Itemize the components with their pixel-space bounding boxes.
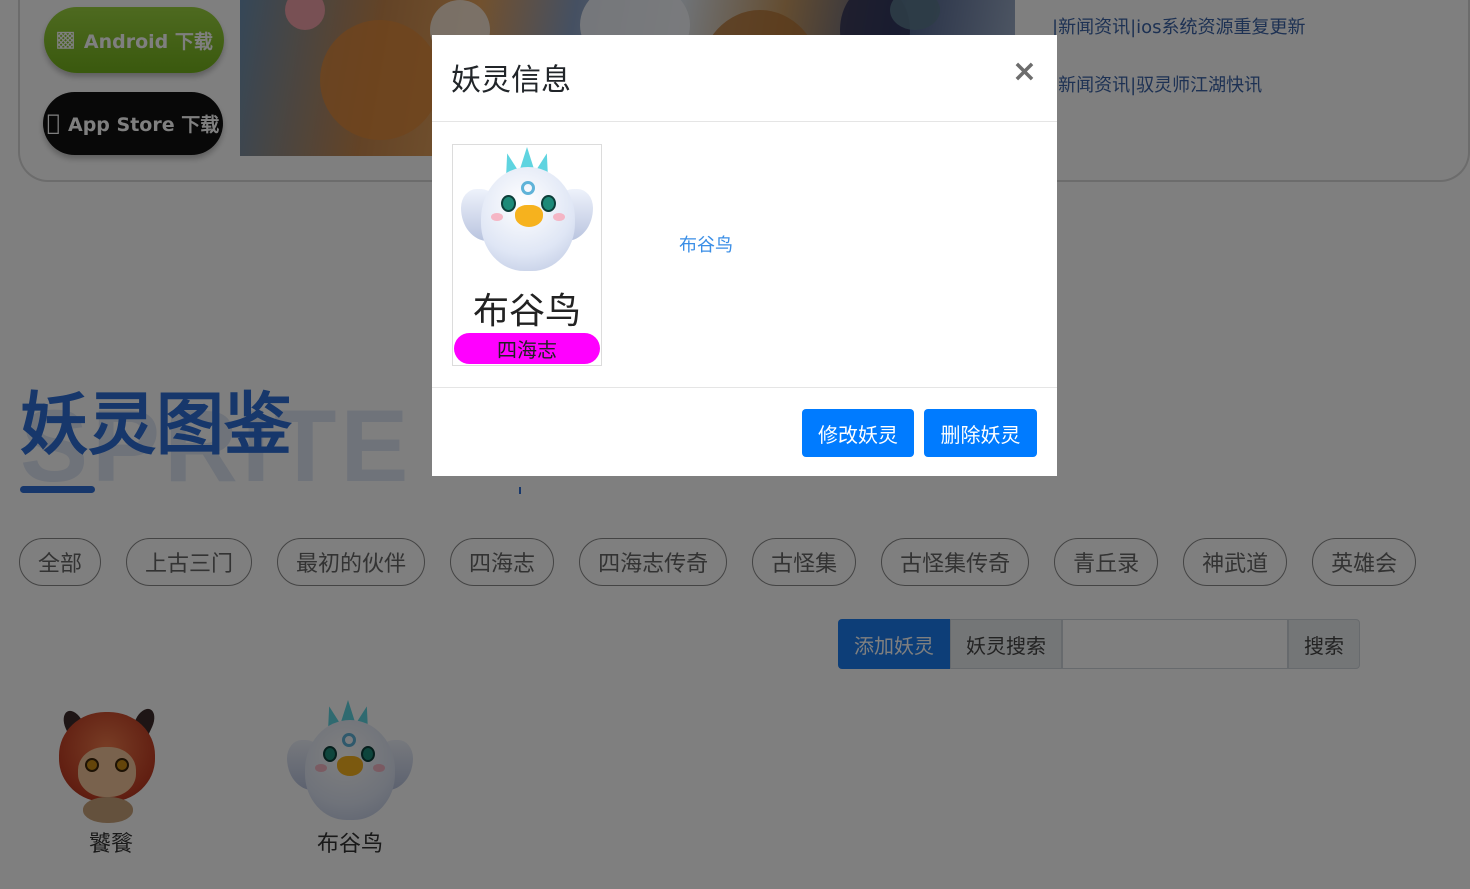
monster-info-modal: 妖灵信息 × 布谷鸟 四海志 布谷鸟 修改妖灵 删除妖灵 — [432, 35, 1057, 476]
modal-footer: 修改妖灵 删除妖灵 — [432, 388, 1057, 476]
modal-body: 布谷鸟 四海志 布谷鸟 — [432, 122, 1057, 388]
modal-title: 妖灵信息 — [451, 63, 571, 98]
modal-header: 妖灵信息 × — [432, 35, 1057, 122]
monster-name-link[interactable]: 布谷鸟 — [679, 231, 733, 257]
delete-monster-button[interactable]: 删除妖灵 — [924, 409, 1037, 457]
bugu-portrait — [459, 147, 595, 275]
close-icon[interactable]: × — [1012, 57, 1037, 87]
edit-monster-button[interactable]: 修改妖灵 — [802, 409, 914, 457]
monster-card: 布谷鸟 四海志 — [452, 144, 602, 366]
card-monster-name: 布谷鸟 — [472, 291, 581, 332]
category-badge: 四海志 — [454, 333, 600, 364]
